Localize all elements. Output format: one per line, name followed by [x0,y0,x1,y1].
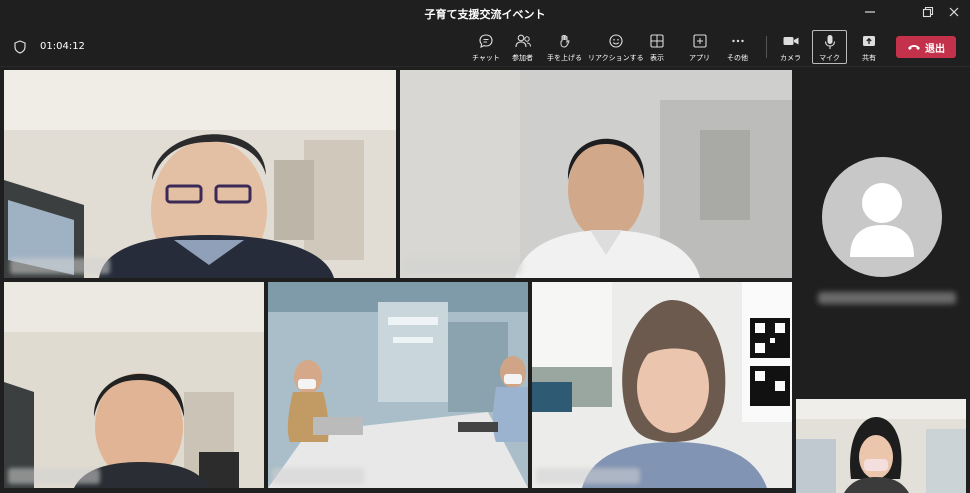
share-button[interactable]: 共有 [860,32,878,66]
window-title: 子育て支援交流イベント [424,8,546,21]
video-tile-participant-2[interactable] [400,70,792,278]
view-button[interactable]: 表示 [648,32,666,66]
participant-name-tag [8,468,100,484]
hang-up-icon [908,45,920,50]
more-button[interactable]: その他 [727,32,748,66]
shield-icon [14,40,26,54]
mic-button[interactable]: マイク [812,30,847,64]
grid-view-icon [650,34,664,48]
share-screen-icon [863,36,875,46]
participant-video [400,70,792,278]
leave-button[interactable]: 退出 [896,36,956,58]
microphone-icon [824,34,835,49]
participant-name-tag [818,292,956,304]
hand-icon [560,34,570,48]
smiley-icon [609,34,623,48]
participant-video [532,282,792,488]
participant-name-tag [536,468,640,484]
people-button[interactable]: 参加者 [512,32,533,66]
people-icon [514,34,531,48]
person-icon [850,183,914,257]
toolbar-divider [766,36,767,58]
participant-video [4,282,264,488]
raise-hand-button[interactable]: 手を上げる [547,32,582,66]
self-video [796,399,966,493]
camera-icon [783,37,798,45]
more-dots-icon [731,39,744,43]
restore-icon[interactable] [920,4,936,20]
camera-button[interactable]: カメラ [780,32,801,66]
video-tile-participant-3[interactable] [4,282,264,488]
apps-button[interactable]: アプリ [689,32,710,66]
participant-avatar[interactable] [822,157,942,277]
close-icon[interactable] [946,4,962,20]
video-tile-participant-5[interactable] [532,282,792,488]
title-bar: 子育て支援交流イベント [0,0,970,26]
chat-button[interactable]: チャット [472,32,500,66]
minimize-icon[interactable] [862,4,878,20]
participant-video [4,70,396,278]
self-view-tile[interactable] [796,399,966,493]
reactions-button[interactable]: リアクションする [588,32,644,66]
chat-icon [479,34,493,48]
participant-name-tag [10,258,110,274]
participant-name-tag [404,258,522,274]
video-tile-meeting-room[interactable] [268,282,528,488]
add-app-icon [692,34,707,48]
participant-name-tag [272,468,364,484]
video-tile-participant-1[interactable] [4,70,396,278]
meeting-timer: 01:04:12 [40,41,85,52]
participant-video [268,282,528,488]
